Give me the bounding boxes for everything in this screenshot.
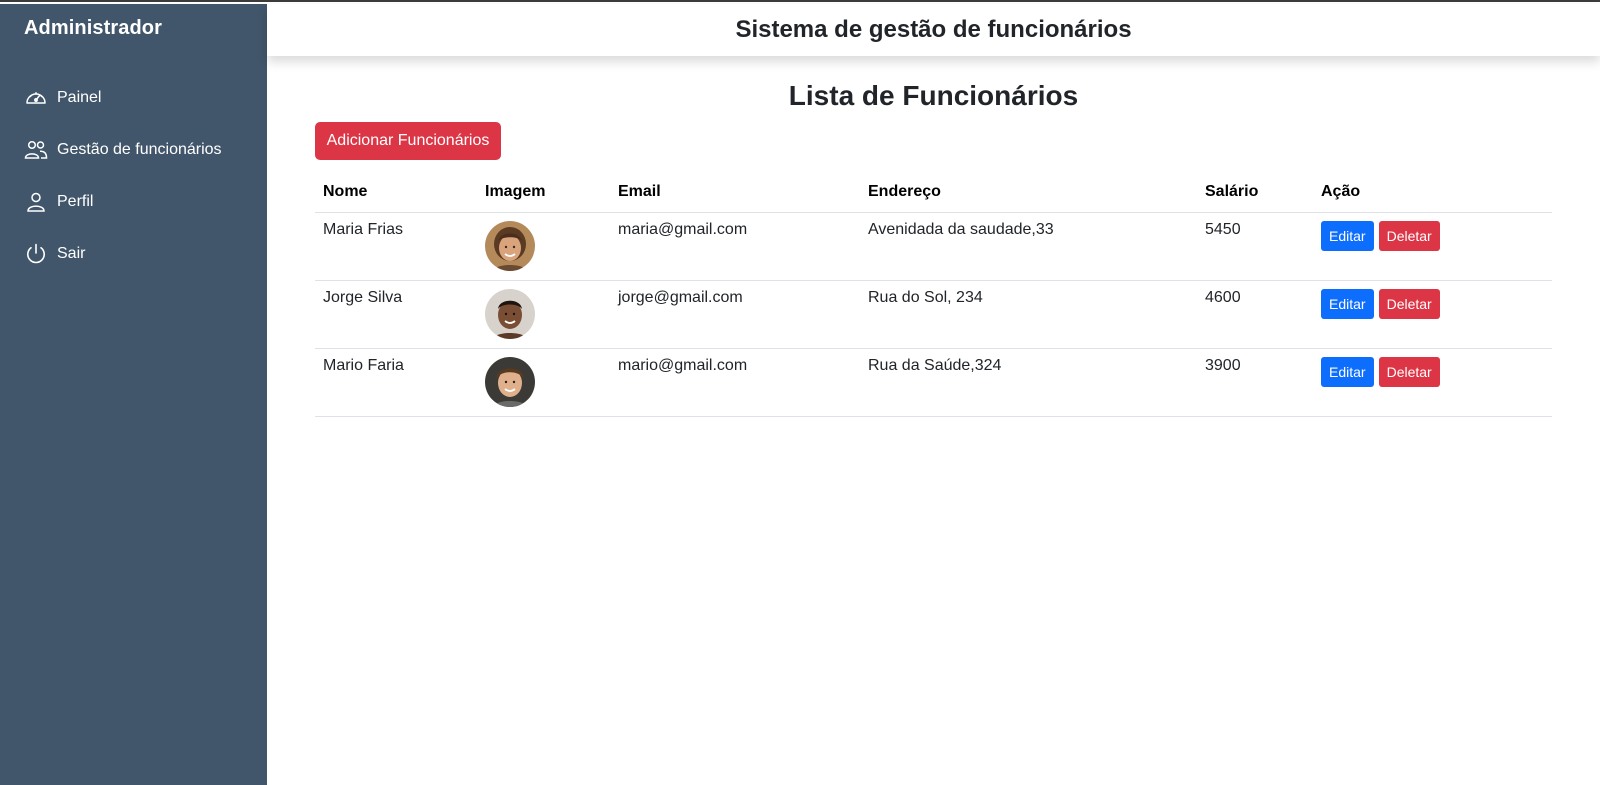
edit-button[interactable]: Editar (1321, 357, 1374, 387)
speedometer-icon (24, 86, 48, 110)
employee-table: Nome Imagem Email Endereço Salário Ação … (315, 172, 1552, 417)
column-header-endereco: Endereço (860, 172, 1197, 213)
sidebar-item-label: Perfil (57, 193, 94, 210)
employee-email: maria@gmail.com (610, 212, 860, 281)
page-title: Lista de Funcionários (788, 80, 1079, 111)
sidebar-item-label: Gestão de funcionários (57, 141, 222, 158)
top-header: Sistema de gestão de funcionários (267, 4, 1600, 56)
sidebar-item-perfil[interactable]: Perfil (0, 176, 267, 228)
sidebar-item-label: Sair (57, 245, 86, 262)
column-header-acao: Ação (1313, 172, 1552, 213)
column-header-salario: Salário (1197, 172, 1313, 213)
column-header-nome: Nome (315, 172, 477, 213)
power-icon (24, 242, 48, 266)
employee-name: Mario Faria (315, 348, 477, 417)
avatar (485, 289, 535, 339)
edit-button[interactable]: Editar (1321, 289, 1374, 319)
edit-button[interactable]: Editar (1321, 221, 1374, 251)
sidebar-item-sair[interactable]: Sair (0, 228, 267, 280)
column-header-email: Email (610, 172, 860, 213)
employee-actions: Editar Deletar (1313, 212, 1552, 281)
table-row: Jorge Silva jorge@gmail.com Rua do Sol, … (315, 280, 1552, 349)
delete-button[interactable]: Deletar (1378, 289, 1440, 319)
app-window: Administrador Painel Gestão de funcionár… (0, 0, 1600, 785)
employee-salary: 4600 (1197, 280, 1313, 349)
employee-image-cell (477, 348, 610, 417)
table-row: Mario Faria mario@gmail.com Rua da Saúde… (315, 348, 1552, 417)
sidebar-item-gestao[interactable]: Gestão de funcionários (0, 124, 267, 176)
main-content: Lista de Funcionários Adicionar Funcioná… (267, 56, 1600, 785)
employee-address: Rua da Saúde,324 (860, 348, 1197, 417)
sidebar: Administrador Painel Gestão de funcionár… (0, 4, 267, 785)
employee-image-cell (477, 212, 610, 281)
delete-button[interactable]: Deletar (1378, 357, 1440, 387)
avatar (485, 357, 535, 407)
person-icon (24, 190, 48, 214)
add-employee-button[interactable]: Adicionar Funcionários (315, 122, 501, 160)
table-row: Maria Frias maria@gmail.com Avenidada da… (315, 212, 1552, 281)
employee-salary: 3900 (1197, 348, 1313, 417)
employee-address: Avenidada da saudade,33 (860, 212, 1197, 281)
sidebar-nav: Painel Gestão de funcionários Perfil Sai… (0, 72, 267, 280)
app-title: Sistema de gestão de funcionários (735, 16, 1132, 43)
employee-name: Jorge Silva (315, 280, 477, 349)
sidebar-brand: Administrador (24, 17, 162, 39)
employee-address: Rua do Sol, 234 (860, 280, 1197, 349)
employee-actions: Editar Deletar (1313, 280, 1552, 349)
avatar (485, 221, 535, 271)
employee-salary: 5450 (1197, 212, 1313, 281)
employee-actions: Editar Deletar (1313, 348, 1552, 417)
table-header-row: Nome Imagem Email Endereço Salário Ação (315, 172, 1552, 213)
delete-button[interactable]: Deletar (1378, 221, 1440, 251)
sidebar-item-painel[interactable]: Painel (0, 72, 267, 124)
people-icon (24, 138, 48, 162)
sidebar-item-label: Painel (57, 89, 102, 106)
employee-email: mario@gmail.com (610, 348, 860, 417)
employee-image-cell (477, 280, 610, 349)
column-header-imagem: Imagem (477, 172, 610, 213)
employee-email: jorge@gmail.com (610, 280, 860, 349)
employee-name: Maria Frias (315, 212, 477, 281)
